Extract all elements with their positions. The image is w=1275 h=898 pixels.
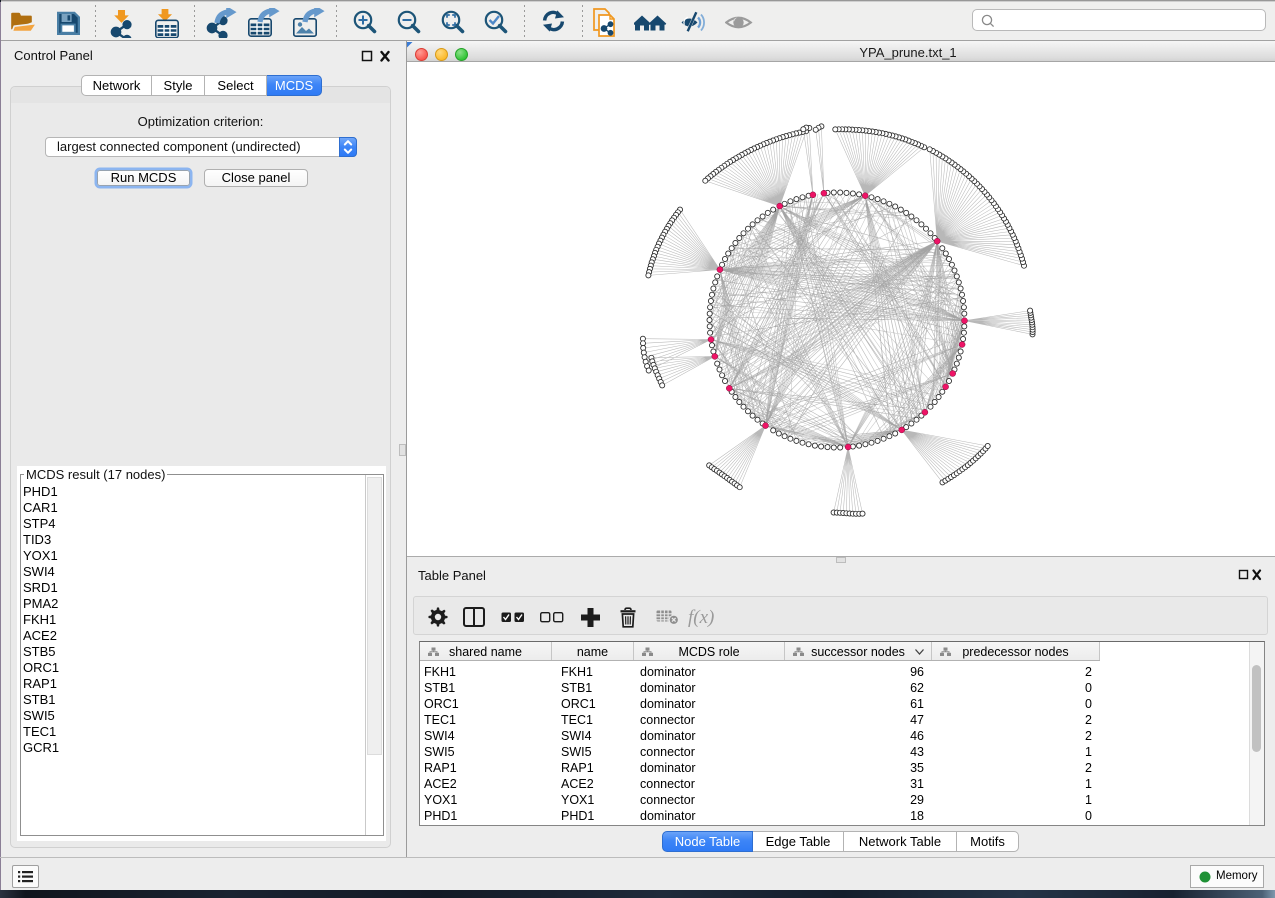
svg-text:f(x): f(x) [688, 607, 714, 628]
